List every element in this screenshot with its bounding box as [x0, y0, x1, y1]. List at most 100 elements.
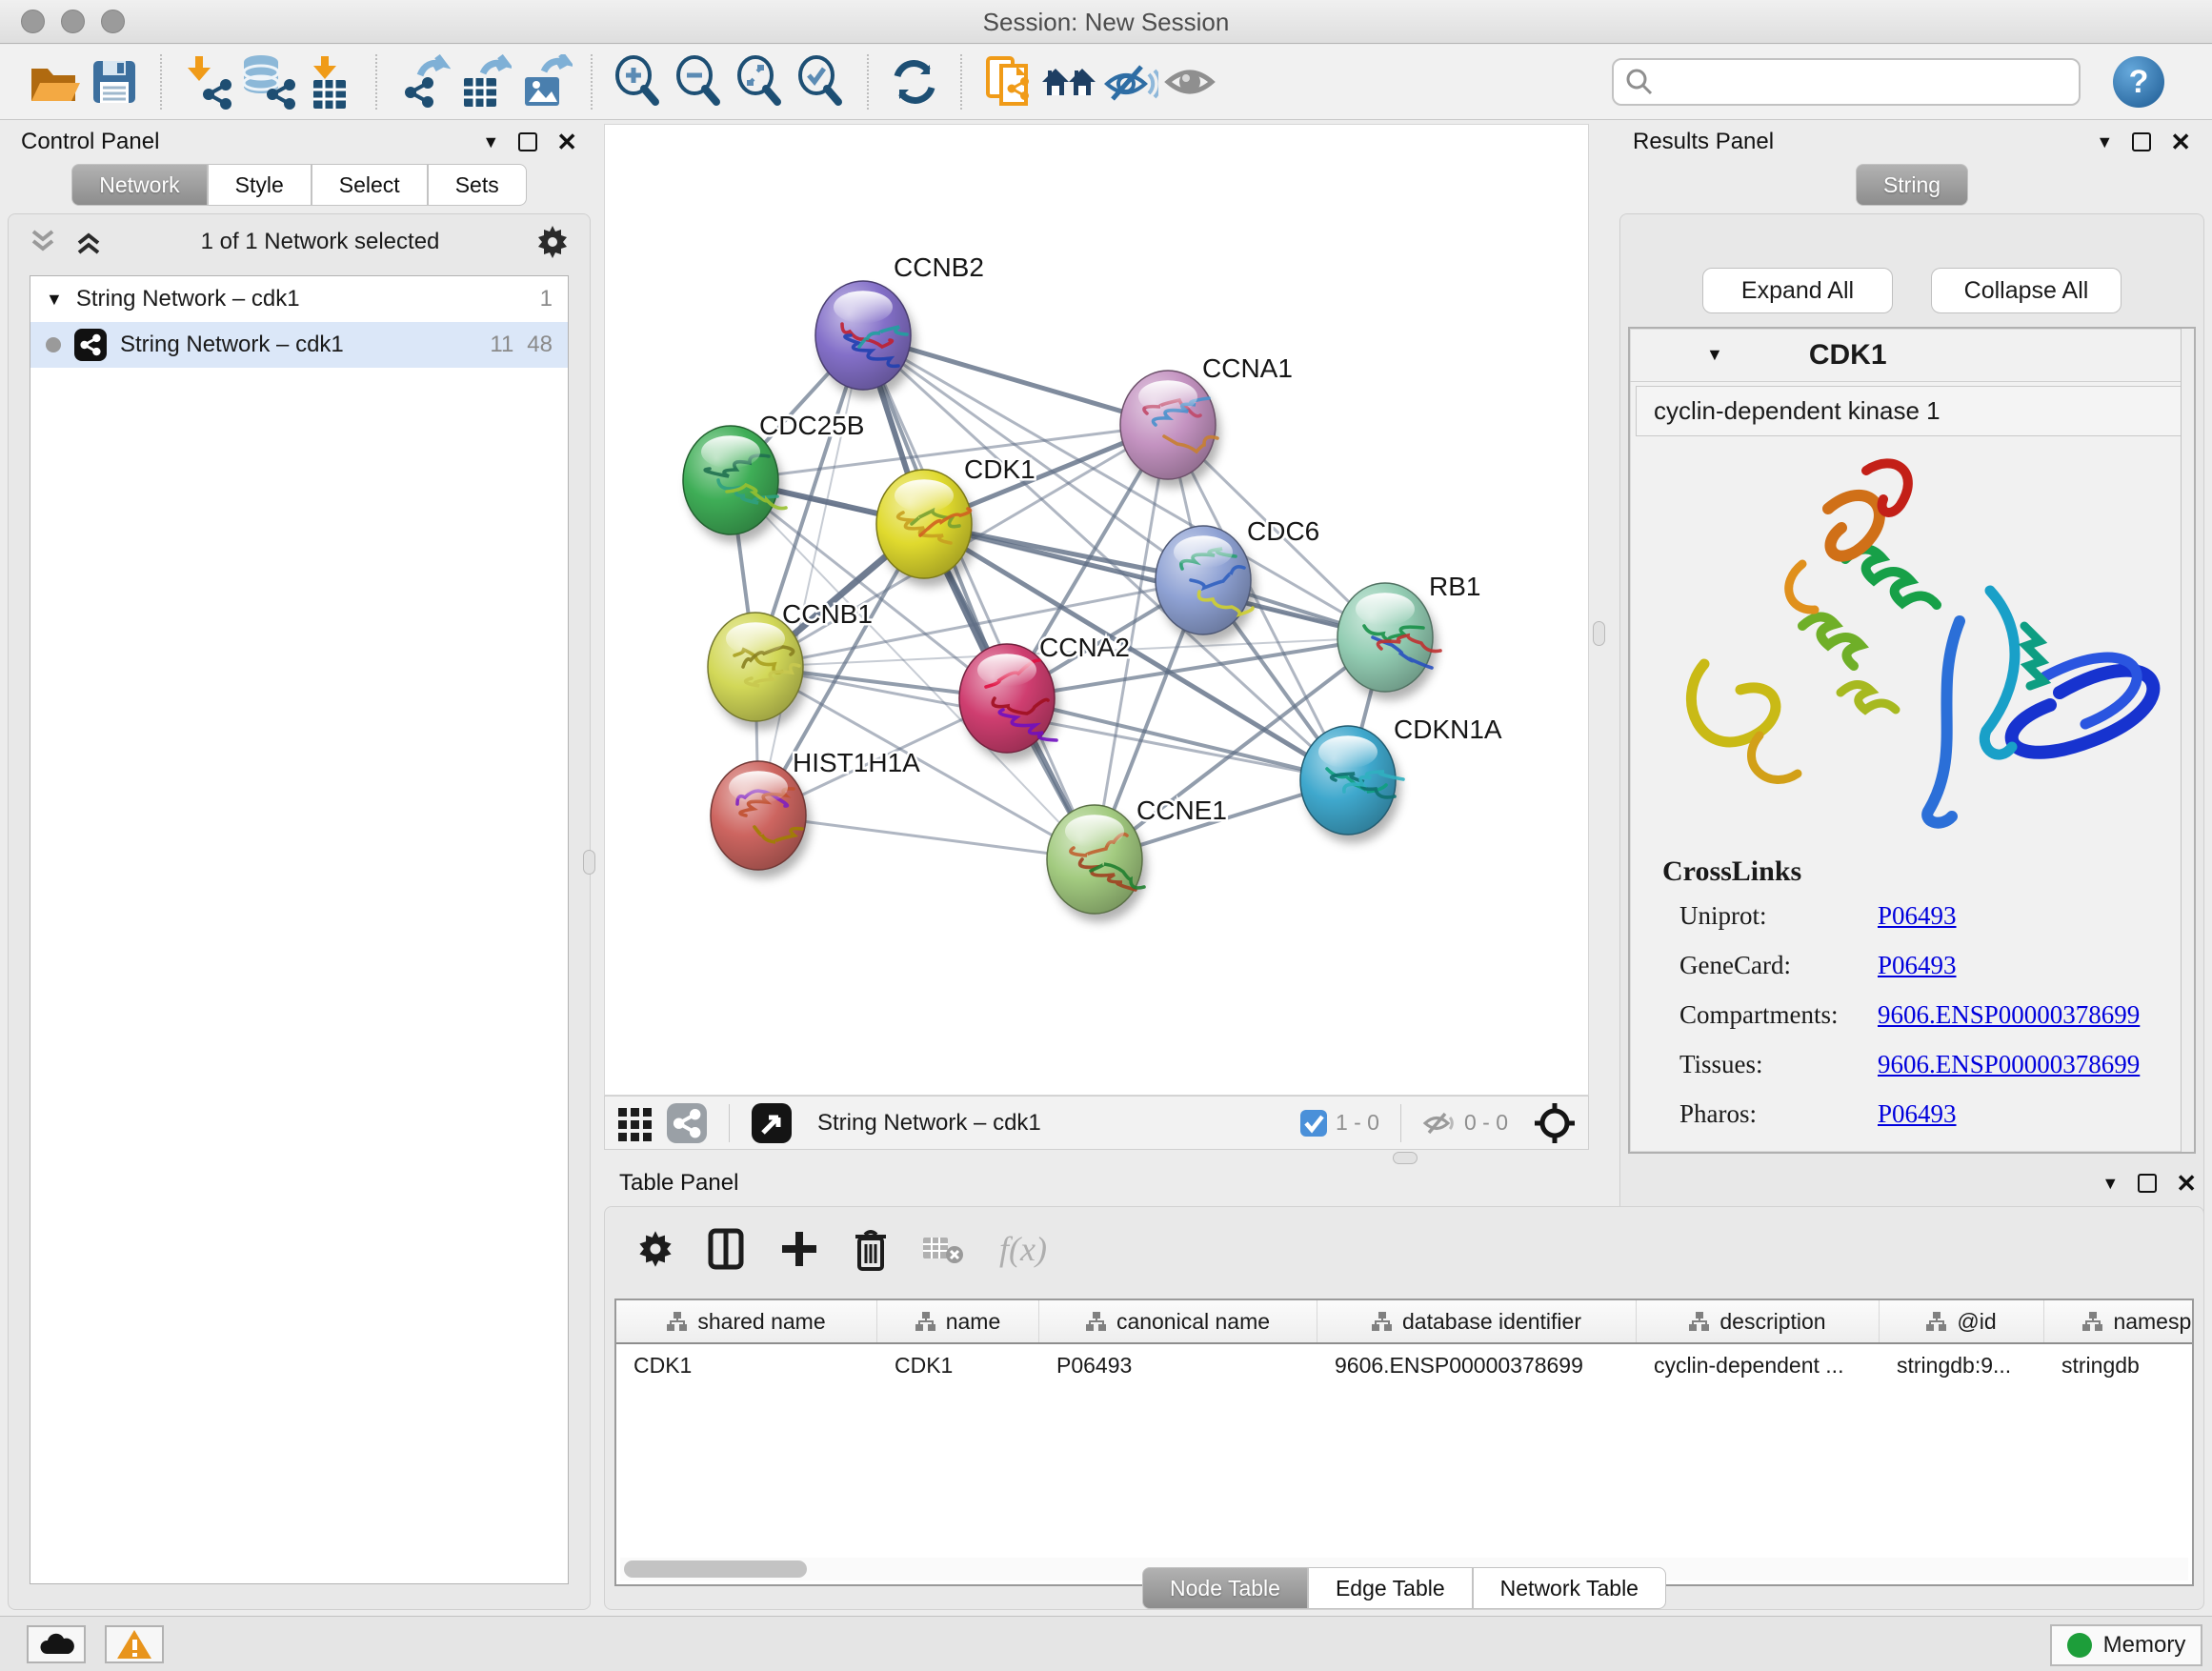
column-header-description[interactable]: description [1637, 1300, 1880, 1342]
tab-string[interactable]: String [1856, 164, 1968, 206]
zoom-in-button[interactable] [608, 51, 669, 112]
tab-node-table[interactable]: Node Table [1142, 1567, 1308, 1609]
table-cell[interactable]: CDK1 [877, 1344, 1039, 1386]
expand-all-button[interactable]: Expand All [1702, 268, 1893, 313]
results-panel-float-icon[interactable] [2132, 132, 2151, 151]
show-columns-icon[interactable] [708, 1228, 746, 1270]
control-panel-menu-icon[interactable]: ▼ [482, 132, 499, 152]
help-button[interactable]: ? [2113, 56, 2164, 108]
collapse-all-icon[interactable] [28, 228, 60, 256]
tab-edge-table[interactable]: Edge Table [1308, 1567, 1473, 1609]
export-image-button[interactable] [514, 51, 575, 112]
selected-checkbox-icon[interactable] [1299, 1109, 1328, 1137]
column-header-name[interactable]: name [877, 1300, 1039, 1342]
graph-node-CCNA1[interactable]: CCNA1 [1120, 353, 1293, 488]
search-input[interactable] [1661, 69, 2061, 95]
results-scrollbar[interactable] [2181, 329, 2194, 1152]
hidden-eye-icon[interactable] [1422, 1109, 1457, 1137]
table-cell[interactable]: stringdb [2044, 1344, 2194, 1386]
tab-sets[interactable]: Sets [428, 164, 527, 206]
tab-network-table[interactable]: Network Table [1473, 1567, 1666, 1609]
graph-node-CCNE1[interactable]: CCNE1 [1047, 795, 1227, 922]
left-splitter-handle[interactable] [583, 850, 595, 875]
table-panel-float-icon[interactable] [2138, 1174, 2157, 1193]
birds-eye-view-icon[interactable] [751, 1102, 793, 1144]
fit-selection-crosshair-icon[interactable] [1533, 1101, 1577, 1145]
import-network-file-button[interactable] [177, 51, 238, 112]
import-network-database-button[interactable] [238, 51, 299, 112]
column-header-canonical-name[interactable]: canonical name [1039, 1300, 1317, 1342]
crosslink-link[interactable]: 9606.ENSP00000378699 [1878, 1000, 2140, 1030]
export-table-file-button[interactable] [453, 51, 514, 112]
memory-label: Memory [2103, 1632, 2186, 1659]
table-cell[interactable]: cyclin-dependent ... [1637, 1344, 1880, 1386]
right-splitter-handle[interactable] [1593, 621, 1605, 646]
tab-network[interactable]: Network [71, 164, 207, 206]
table-panel-close-icon[interactable]: ✕ [2176, 1174, 2197, 1193]
string-network-graph[interactable]: CCNB2 CCNA1 CDC25BCDK1 CDC6RB1 CCNB1 CCNA2 CDK… [605, 125, 1588, 1095]
graph-node-CCNB1[interactable]: CCNB1 [708, 599, 873, 730]
create-column-icon[interactable] [780, 1228, 818, 1270]
zoom-fit-content-button[interactable] [730, 51, 791, 112]
control-panel-close-icon[interactable]: ✕ [556, 132, 577, 151]
expand-all-icon[interactable] [73, 228, 106, 256]
export-network-file-button[interactable] [392, 51, 453, 112]
clone-network-button[interactable] [977, 51, 1038, 112]
network-collection-row[interactable]: ▼ String Network – cdk1 1 [30, 276, 568, 322]
table-row[interactable]: CDK1CDK1P064939606.ENSP00000378699cyclin… [616, 1344, 2192, 1386]
table-options-gear-icon[interactable] [637, 1229, 674, 1269]
graph-node-CCNB2[interactable]: CCNB2 [815, 252, 984, 398]
crosslink-link[interactable]: P06493 [1878, 901, 1957, 931]
cloud-status-button[interactable] [27, 1625, 86, 1663]
crosslink-link[interactable]: P06493 [1878, 951, 1957, 980]
bottom-splitter-handle[interactable] [1393, 1152, 1418, 1164]
zoom-out-button[interactable] [669, 51, 730, 112]
control-panel-float-icon[interactable] [518, 132, 537, 151]
table-cell[interactable]: P06493 [1039, 1344, 1317, 1386]
zoom-selected-button[interactable] [791, 51, 852, 112]
column-header-database-identifier[interactable]: database identifier [1317, 1300, 1637, 1342]
show-glass-button[interactable] [1160, 51, 1221, 112]
table-cell[interactable]: stringdb:9... [1880, 1344, 2044, 1386]
column-header-namespac[interactable]: namespac [2044, 1300, 2194, 1342]
gene-collapse-icon[interactable]: ▼ [1706, 345, 1723, 365]
results-panel-title: Results Panel [1633, 129, 1774, 155]
save-session-button[interactable] [84, 51, 145, 112]
import-table-file-button[interactable] [299, 51, 360, 112]
tab-style[interactable]: Style [208, 164, 312, 206]
edge-CCNB2-CCNE1[interactable] [863, 335, 1095, 859]
table-cell[interactable]: CDK1 [616, 1344, 877, 1386]
graph-node-RB1[interactable]: RB1 [1337, 572, 1480, 700]
open-session-button[interactable] [23, 51, 84, 112]
edge-CCNB2-HIST1H1A[interactable] [758, 335, 863, 815]
hide-glass-button[interactable] [1099, 51, 1160, 112]
network-options-gear-icon[interactable] [534, 224, 571, 260]
graph-node-CDK1[interactable]: CDK1 [876, 454, 1036, 587]
table-panel-menu-icon[interactable]: ▼ [2101, 1174, 2119, 1194]
column-header-shared-name[interactable]: shared name [616, 1300, 877, 1342]
network-view-canvas[interactable]: CCNB2 CCNA1 CDC25BCDK1 CDC6RB1 CCNB1 CCNA2 CDK… [604, 124, 1589, 1096]
graph-node-CDKN1A[interactable]: CDKN1A [1300, 715, 1502, 843]
delete-column-icon[interactable] [853, 1227, 889, 1271]
network-row[interactable]: String Network – cdk1 11 48 [30, 322, 568, 368]
graph-node-CCNA2[interactable]: CCNA2 [959, 633, 1130, 761]
network-view-mode-icon[interactable] [666, 1102, 708, 1144]
collection-collapse-icon[interactable]: ▼ [46, 290, 63, 310]
search-field[interactable] [1612, 58, 2081, 106]
graph-node-CDC25B[interactable]: CDC25B [683, 411, 864, 543]
table-cell[interactable]: 9606.ENSP00000378699 [1317, 1344, 1637, 1386]
refresh-button[interactable] [884, 51, 945, 112]
memory-button[interactable]: Memory [2050, 1624, 2202, 1666]
graph-node-CDC6[interactable]: CDC6 [1156, 516, 1319, 643]
results-panel-close-icon[interactable]: ✕ [2170, 132, 2191, 151]
results-panel-menu-icon[interactable]: ▼ [2096, 132, 2113, 152]
grid-mode-icon[interactable] [616, 1104, 654, 1142]
column-header-@id[interactable]: @id [1880, 1300, 2044, 1342]
graph-node-HIST1H1A[interactable]: HIST1H1A [711, 748, 920, 878]
tab-select[interactable]: Select [312, 164, 428, 206]
warnings-button[interactable] [105, 1625, 164, 1663]
string-home-button[interactable] [1038, 51, 1099, 112]
crosslink-link[interactable]: 9606.ENSP00000378699 [1878, 1050, 2140, 1079]
collapse-all-button[interactable]: Collapse All [1931, 268, 2122, 313]
crosslink-link[interactable]: P06493 [1878, 1099, 1957, 1129]
